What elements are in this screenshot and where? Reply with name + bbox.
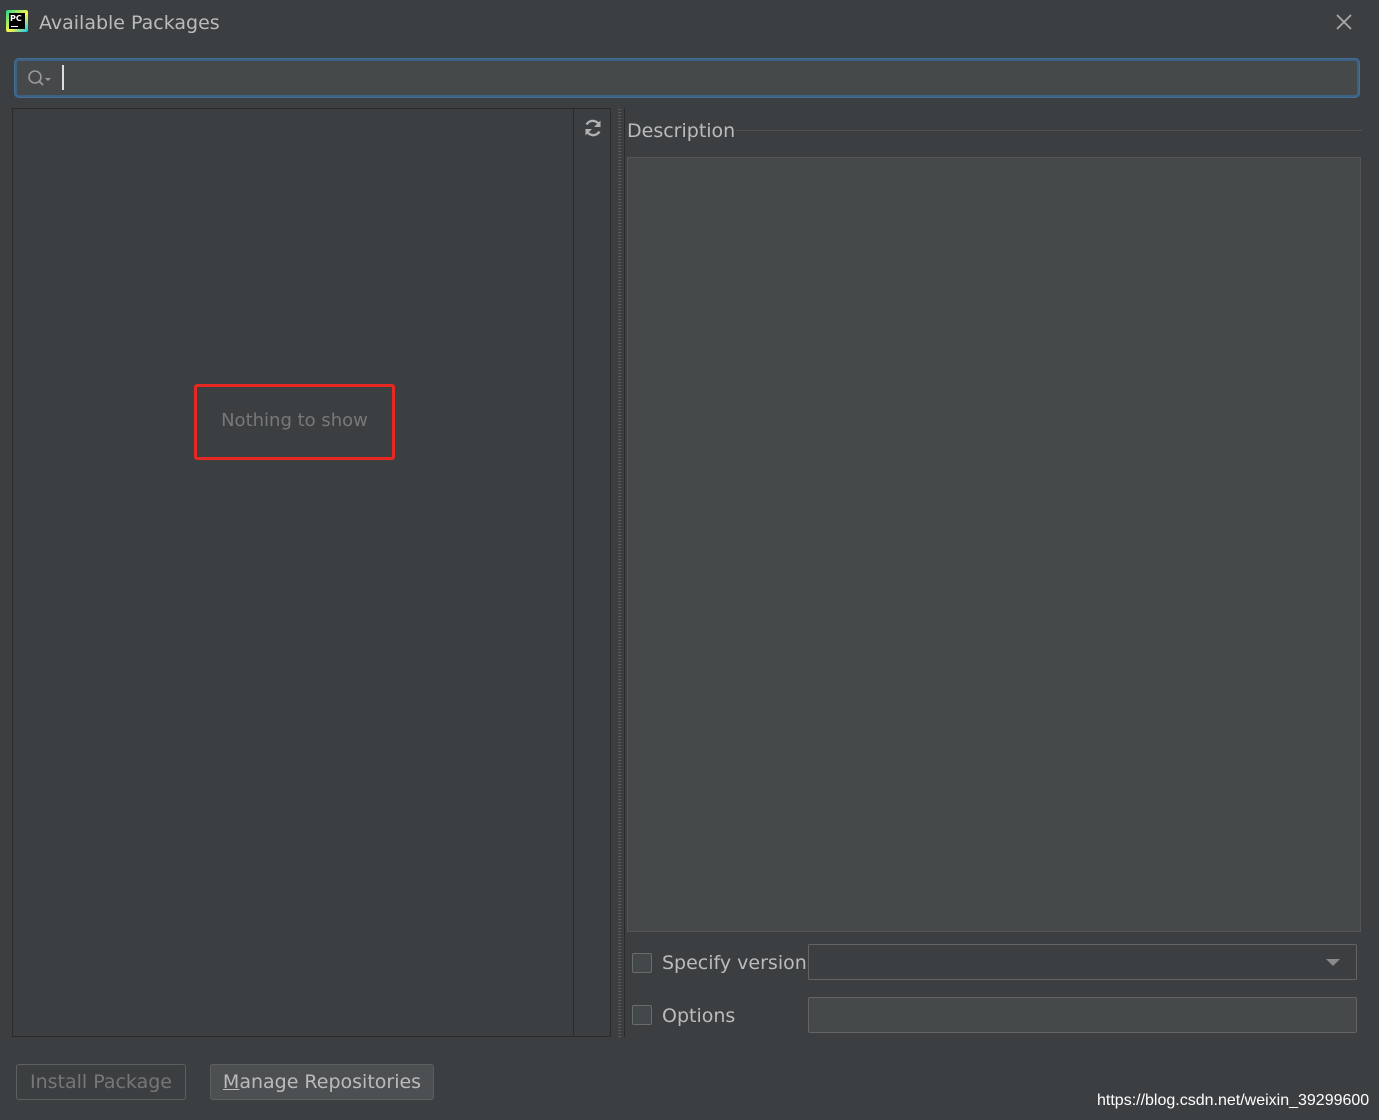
description-title: Description bbox=[627, 120, 736, 142]
description-separator bbox=[736, 130, 1362, 131]
close-button[interactable] bbox=[1330, 8, 1358, 36]
manage-label: anage Repositories bbox=[239, 1071, 422, 1093]
options-input[interactable] bbox=[808, 997, 1357, 1033]
pycharm-logo-icon: PC bbox=[6, 10, 28, 32]
refresh-button[interactable] bbox=[583, 118, 603, 138]
close-icon bbox=[1336, 14, 1352, 30]
refresh-icon bbox=[585, 119, 601, 137]
install-package-button[interactable]: Install Package bbox=[16, 1064, 186, 1100]
version-dropdown[interactable] bbox=[808, 944, 1357, 980]
empty-list-message: Nothing to show bbox=[221, 410, 368, 431]
chevron-down-icon bbox=[1326, 959, 1340, 966]
logo-text: PC bbox=[10, 14, 22, 23]
window-title: Available Packages bbox=[39, 12, 220, 34]
options-checkbox[interactable] bbox=[632, 1005, 652, 1025]
description-panel bbox=[627, 157, 1361, 932]
options-label: Options bbox=[662, 1005, 736, 1027]
specify-version-checkbox[interactable] bbox=[632, 953, 652, 973]
watermark-url: https://blog.csdn.net/weixin_39299600 bbox=[1097, 1092, 1370, 1109]
manage-mnemonic: M bbox=[222, 1071, 240, 1093]
package-list[interactable] bbox=[12, 108, 574, 1037]
list-toolbar bbox=[574, 108, 611, 1037]
divider bbox=[624, 108, 625, 1037]
text-caret bbox=[62, 65, 64, 90]
search-field[interactable] bbox=[15, 59, 1359, 97]
manage-repositories-button[interactable]: Manage Repositories bbox=[210, 1064, 434, 1100]
specify-version-label: Specify version bbox=[662, 952, 807, 974]
search-input[interactable] bbox=[67, 61, 1347, 95]
search-icon[interactable] bbox=[26, 69, 52, 89]
